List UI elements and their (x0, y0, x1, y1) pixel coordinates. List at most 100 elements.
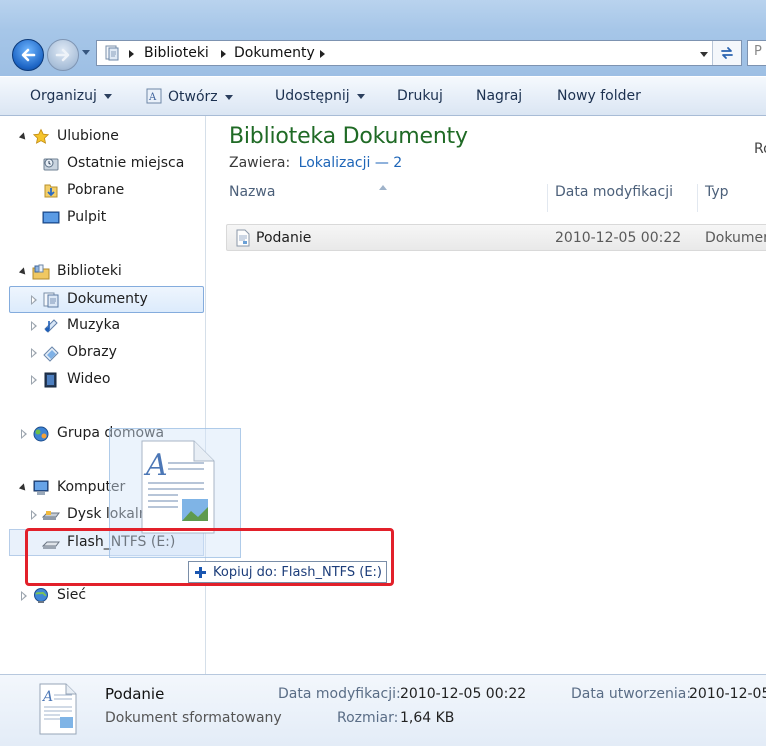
nav-favorites-label: Ulubione (57, 128, 119, 144)
nav-downloads[interactable]: Pobrane (0, 179, 205, 203)
new-folder-button[interactable]: Nowy folder (557, 88, 641, 104)
library-includes: Zawiera: Lokalizacji — 2 (229, 155, 402, 171)
recent-places-icon (43, 158, 59, 171)
document-app-icon: A (146, 88, 162, 104)
column-header-name[interactable]: Nazwa (229, 184, 275, 212)
document-thumbnail-icon: A (39, 683, 77, 735)
breadcrumb-documents[interactable]: Dokumenty (234, 45, 315, 61)
file-row[interactable]: Podanie 2010-12-05 00:22 Dokumen (226, 224, 766, 251)
details-file-type: Dokument sformatowany (105, 710, 282, 726)
breadcrumb-separator-icon[interactable] (129, 50, 134, 58)
content-pane: Biblioteka Dokumenty Zawiera: Lokalizacj… (206, 116, 766, 674)
share-label: Udostępnij (275, 88, 350, 104)
share-menu[interactable]: Udostępnij (275, 88, 365, 104)
breadcrumb-separator-icon[interactable] (221, 50, 226, 58)
file-type: Dokumen (705, 230, 766, 246)
collapse-icon[interactable] (18, 132, 29, 142)
open-menu[interactable]: A Otwórz (146, 88, 233, 105)
copy-to-tooltip: Kopiuj do: Flash_NTFS (E:) (188, 561, 387, 583)
column-divider[interactable] (697, 184, 698, 212)
locations-link[interactable]: Lokalizacji — 2 (299, 155, 403, 171)
forward-button[interactable] (47, 39, 79, 71)
collapse-icon[interactable] (18, 483, 29, 493)
file-name: Podanie (256, 230, 312, 246)
search-input[interactable]: P (747, 40, 766, 66)
library-title: Biblioteka Dokumenty (229, 124, 468, 149)
breadcrumb-separator-icon[interactable] (320, 50, 325, 58)
nav-videos[interactable]: Wideo (0, 368, 205, 392)
nav-pictures-label: Obrazy (67, 344, 117, 360)
expand-icon[interactable] (31, 510, 37, 520)
downloads-folder-icon (44, 184, 58, 198)
arrange-by-dropdown[interactable]: Ro (754, 141, 766, 157)
navigation-pane: Ulubione Ostatnie miejsca Pobrane Pulpit (0, 116, 206, 674)
column-header-date[interactable]: Data modyfikacji (555, 184, 673, 212)
nav-desktop[interactable]: Pulpit (0, 206, 205, 230)
refresh-icon (721, 47, 733, 59)
expand-icon[interactable] (31, 321, 37, 331)
collapse-icon[interactable] (18, 267, 29, 277)
burn-button[interactable]: Nagraj (476, 88, 522, 104)
details-created-value: 2010-12-05 (689, 686, 766, 702)
explorer-window: Biblioteki Dokumenty P Organizuj A Otwór… (0, 0, 766, 746)
expand-icon[interactable] (31, 348, 37, 358)
file-date: 2010-12-05 00:22 (555, 230, 682, 246)
print-button[interactable]: Drukuj (397, 88, 443, 104)
column-header-type[interactable]: Typ (705, 184, 729, 212)
nav-pictures[interactable]: Obrazy (0, 341, 205, 365)
music-library-icon (44, 319, 58, 333)
organize-menu[interactable]: Organizuj (30, 88, 112, 104)
details-created-label: Data utworzenia: (571, 686, 692, 702)
nav-downloads-label: Pobrane (67, 182, 125, 198)
title-bar: Biblioteki Dokumenty P (0, 0, 766, 76)
address-history-dropdown[interactable] (700, 52, 708, 57)
recent-pages-dropdown[interactable] (82, 50, 90, 55)
back-arrow-icon (21, 48, 36, 62)
chevron-down-icon (224, 94, 233, 100)
desktop-icon (42, 211, 60, 224)
tooltip-text: Kopiuj do: Flash_NTFS (E:) (213, 565, 382, 580)
nav-network-label: Sieć (57, 587, 87, 603)
column-divider[interactable] (547, 184, 548, 212)
nav-music-label: Muzyka (67, 317, 121, 333)
svg-text:A: A (143, 448, 168, 483)
local-disk-icon (42, 511, 60, 520)
videos-library-icon (44, 372, 57, 388)
libraries-icon (32, 264, 50, 280)
open-label: Otwórz (168, 89, 218, 105)
expand-icon[interactable] (21, 429, 27, 439)
nav-documents[interactable]: Dokumenty (9, 286, 204, 313)
back-button[interactable] (12, 39, 44, 71)
network-icon (34, 588, 48, 603)
nav-desktop-label: Pulpit (67, 209, 107, 225)
details-size-value: 1,64 KB (400, 710, 455, 726)
refresh-button[interactable] (712, 41, 741, 65)
expand-icon[interactable] (31, 295, 37, 305)
breadcrumb-libraries[interactable]: Biblioteki (144, 45, 209, 61)
details-modified-value: 2010-12-05 00:22 (400, 686, 527, 702)
library-documents-icon (105, 45, 119, 61)
computer-icon (33, 480, 49, 495)
expand-icon[interactable] (21, 591, 27, 601)
nav-documents-label: Dokumenty (67, 291, 148, 307)
organize-label: Organizuj (30, 88, 97, 104)
plus-icon (195, 567, 206, 578)
details-modified-label: Data modyfikacji: (278, 686, 401, 702)
forward-arrow-icon (55, 48, 70, 62)
dragged-document-icon: A (141, 440, 215, 534)
details-pane: A Podanie Dokument sformatowany Data mod… (0, 674, 766, 746)
documents-library-icon (43, 292, 59, 308)
chevron-down-icon (356, 93, 365, 99)
nav-music[interactable]: Muzyka (0, 314, 205, 338)
chevron-down-icon (103, 93, 112, 99)
address-bar[interactable]: Biblioteki Dokumenty (96, 40, 742, 66)
nav-network[interactable]: Sieć (0, 584, 205, 608)
expand-icon[interactable] (31, 375, 37, 385)
nav-recent-places[interactable]: Ostatnie miejsca (0, 152, 205, 176)
nav-videos-label: Wideo (67, 371, 111, 387)
nav-libraries[interactable]: Biblioteki (0, 260, 205, 284)
command-bar: Organizuj A Otwórz Udostępnij Drukuj Nag… (0, 76, 766, 116)
details-file-name: Podanie (105, 685, 165, 703)
nav-favorites[interactable]: Ulubione (0, 125, 205, 149)
svg-text:A: A (148, 92, 157, 103)
